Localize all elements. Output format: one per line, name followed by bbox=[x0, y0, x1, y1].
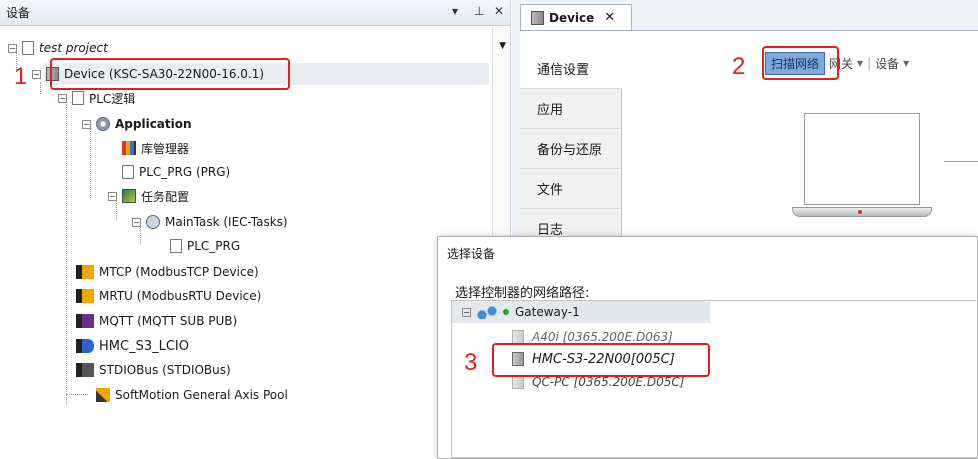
chevron-down-icon[interactable]: ▾ bbox=[903, 56, 909, 70]
toolbar-separator: | bbox=[867, 56, 872, 70]
device-label: A40i [0365.200E.D063] bbox=[532, 330, 673, 344]
tree-item-softmotion[interactable]: SoftMotion General Axis Pool bbox=[96, 384, 288, 406]
program-icon bbox=[122, 165, 134, 179]
tree-label: PLC_PRG (PRG) bbox=[139, 165, 231, 179]
tab-close-icon[interactable]: ✕ bbox=[604, 10, 615, 25]
tree-item-task-prg[interactable]: PLC_PRG bbox=[170, 235, 240, 257]
close-icon[interactable]: ✕ bbox=[494, 4, 504, 18]
highlight-box-scan bbox=[762, 46, 839, 80]
gateway-icon bbox=[477, 305, 499, 319]
modbus-device-icon bbox=[76, 265, 94, 279]
collapse-icon[interactable]: − bbox=[132, 217, 141, 227]
tree-item-mrtu[interactable]: MRTU (ModbusRTU Device) bbox=[76, 285, 261, 307]
device-label: QC-PC [0365.200E.D05C] bbox=[532, 375, 685, 389]
menu-item-comm-settings[interactable]: 通信设置 bbox=[520, 49, 622, 89]
chevron-down-icon[interactable]: ▾ bbox=[857, 56, 863, 70]
program-call-icon bbox=[170, 239, 182, 253]
device-icon bbox=[531, 10, 544, 25]
io-module-icon bbox=[76, 339, 94, 353]
collapse-icon[interactable]: − bbox=[8, 43, 17, 53]
device-icon bbox=[512, 330, 524, 344]
tree-item-project[interactable]: − test project bbox=[8, 37, 108, 59]
gateway-label: Gateway-1 bbox=[515, 305, 580, 319]
tree-item-task-config[interactable]: − 任务配置 bbox=[108, 185, 189, 207]
tree-item-hmc[interactable]: HMC_S3_LCIO bbox=[76, 335, 189, 357]
axis-pool-icon bbox=[96, 388, 110, 402]
pin-icon[interactable]: ⊥ bbox=[474, 4, 484, 18]
select-device-dialog: 选择设备 选择控制器的网络路径: − Gateway-1 A40i [0365.… bbox=[437, 236, 978, 459]
task-config-icon bbox=[122, 189, 136, 203]
status-led bbox=[858, 210, 862, 214]
step-3-label: 3 bbox=[464, 349, 478, 376]
project-icon bbox=[22, 41, 34, 55]
tree-label: STDIOBus (STDIOBus) bbox=[99, 363, 231, 377]
network-path-label: 选择控制器的网络路径: bbox=[455, 286, 590, 301]
application-gear-icon bbox=[96, 117, 110, 131]
modbus-device-icon bbox=[76, 289, 94, 303]
collapse-icon[interactable]: − bbox=[32, 69, 41, 79]
tree-item-main-task[interactable]: − MainTask (IEC-Tasks) bbox=[132, 211, 288, 233]
tree-label: 库管理器 bbox=[141, 141, 190, 156]
device-pane-title: 设备 bbox=[6, 6, 31, 20]
status-dot-icon bbox=[503, 309, 509, 315]
tree-item-gateway[interactable]: − Gateway-1 bbox=[462, 302, 580, 322]
tree-label: SoftMotion General Axis Pool bbox=[115, 388, 288, 402]
tree-label: MQTT (MQTT SUB PUB) bbox=[99, 314, 238, 328]
tree-label: test project bbox=[39, 41, 108, 55]
tree-item-plc-prg[interactable]: PLC_PRG (PRG) bbox=[122, 161, 230, 183]
tree-label: 任务配置 bbox=[141, 189, 190, 204]
computer-icon bbox=[792, 113, 932, 223]
laptop-base bbox=[792, 207, 932, 217]
tree-label: Application bbox=[115, 117, 192, 131]
highlight-box-hmc bbox=[492, 343, 710, 377]
scroll-down-arrow-icon[interactable]: ▼ bbox=[499, 41, 506, 51]
plc-logic-icon bbox=[72, 91, 84, 105]
device-pane-header: 设备 bbox=[0, 0, 510, 26]
tree-label: MTCP (ModbusTCP Device) bbox=[99, 265, 259, 279]
menu-item-backup-restore[interactable]: 备份与还原 bbox=[520, 129, 621, 169]
tree-item-plc-logic[interactable]: − PLC逻辑 bbox=[58, 87, 135, 109]
collapse-icon[interactable]: − bbox=[462, 307, 471, 317]
device-menu[interactable]: 设备 bbox=[875, 55, 899, 72]
menu-item-files[interactable]: 文件 bbox=[520, 169, 621, 209]
dialog-title: 选择设备 bbox=[447, 247, 496, 261]
tree-item-library-manager[interactable]: 库管理器 bbox=[122, 137, 189, 159]
tree-item-stdiobus[interactable]: STDIOBus (STDIOBus) bbox=[76, 359, 231, 381]
tree-item-application[interactable]: − Application bbox=[82, 113, 192, 135]
tree-label: PLC逻辑 bbox=[89, 91, 136, 106]
device-tree: − test project − Device (KSC-SA30-22N00-… bbox=[0, 27, 490, 459]
network-path-tree: − Gateway-1 A40i [0365.200E.D063] HMC-S3… bbox=[451, 300, 978, 458]
laptop-screen bbox=[804, 113, 920, 205]
tree-label: MainTask (IEC-Tasks) bbox=[165, 215, 288, 229]
device-icon bbox=[512, 375, 524, 389]
tree-label: HMC_S3_LCIO bbox=[99, 338, 189, 354]
tree-label: PLC_PRG bbox=[187, 239, 241, 253]
tab-label: Device bbox=[549, 10, 595, 25]
device-pane: 设备 ▾ ⊥ ✕ ▼ − test project − Device (KSC-… bbox=[0, 0, 511, 459]
collapse-icon[interactable]: − bbox=[82, 119, 91, 129]
network-line bbox=[944, 161, 978, 162]
collapse-icon[interactable]: − bbox=[108, 191, 117, 201]
mqtt-icon bbox=[76, 314, 94, 328]
step-1-label: 1 bbox=[14, 63, 28, 90]
collapse-icon[interactable]: − bbox=[58, 93, 67, 103]
tree-item-mtcp[interactable]: MTCP (ModbusTCP Device) bbox=[76, 261, 259, 283]
library-icon bbox=[122, 141, 136, 155]
menu-item-application[interactable]: 应用 bbox=[520, 89, 621, 129]
step-2-label: 2 bbox=[732, 53, 746, 80]
pane-menu-dropdown-icon[interactable]: ▾ bbox=[452, 4, 458, 18]
highlight-box-device bbox=[50, 58, 290, 90]
tree-item-mqtt[interactable]: MQTT (MQTT SUB PUB) bbox=[76, 310, 237, 332]
bus-icon bbox=[76, 363, 94, 377]
tree-label: MRTU (ModbusRTU Device) bbox=[99, 289, 262, 303]
task-icon bbox=[146, 215, 160, 229]
tab-device[interactable]: Device ✕ bbox=[520, 4, 632, 30]
